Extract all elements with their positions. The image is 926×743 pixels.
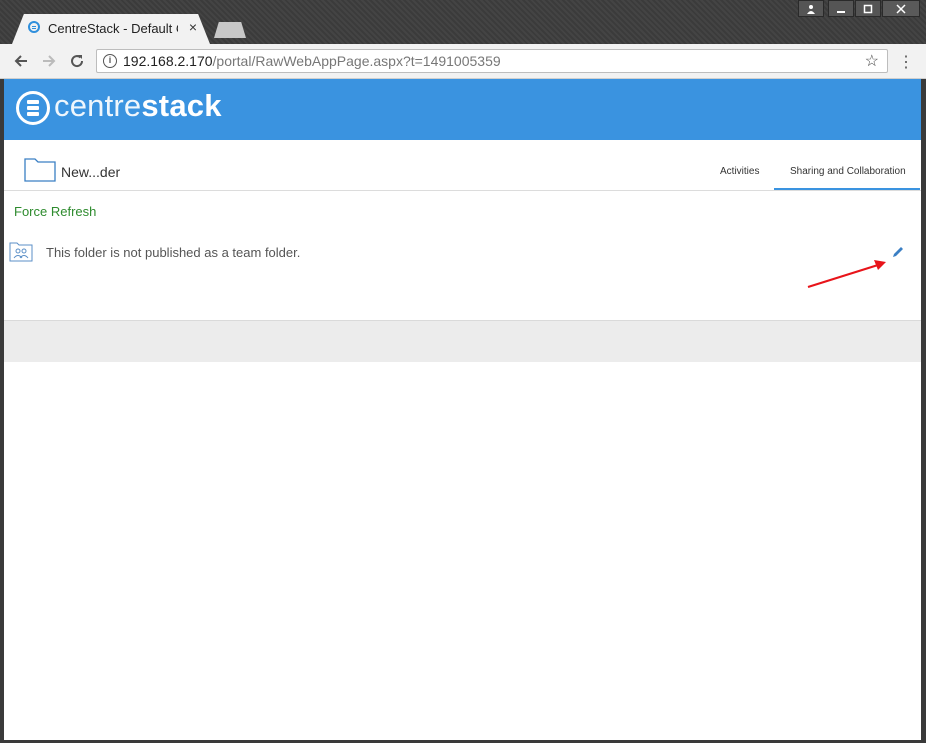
user-icon	[807, 5, 815, 14]
team-folder-icon	[9, 242, 33, 262]
folder-header: New...der Activities Sharing and Collabo…	[4, 140, 921, 191]
browser-toolbar: i 192.168.2.170/portal/RawWebAppPage.asp…	[0, 44, 926, 79]
new-tab-button[interactable]	[214, 22, 246, 38]
close-window-button[interactable]	[882, 0, 920, 17]
brand-header: centrestack	[4, 79, 921, 140]
folder-name: New...der	[61, 164, 121, 180]
red-annotation-arrow	[807, 260, 886, 289]
bookmark-star-icon[interactable]: ☆	[865, 51, 879, 71]
window-titlebar: CentreStack - Default Client ×	[0, 0, 926, 44]
reload-button[interactable]	[66, 52, 88, 72]
maximize-button[interactable]	[855, 0, 881, 17]
minimize-icon	[837, 11, 845, 13]
tab-favicon-icon	[28, 21, 40, 33]
close-icon	[896, 4, 906, 14]
tab-title: CentreStack - Default Client	[48, 21, 178, 36]
tab-sharing-collaboration[interactable]: Sharing and Collaboration	[790, 166, 906, 177]
forward-button[interactable]	[38, 52, 60, 72]
logo-text-light: centre	[54, 88, 142, 123]
url-text: 192.168.2.170/portal/RawWebAppPage.aspx?…	[123, 53, 501, 69]
page-viewport: centrestack New...der Activities Sharing…	[4, 79, 921, 740]
logo-text-bold: stack	[141, 88, 222, 123]
force-refresh-link[interactable]: Force Refresh	[14, 204, 96, 219]
brand-logo-text: centrestack	[54, 88, 222, 124]
tab-activities[interactable]: Activities	[720, 166, 759, 177]
content-footer-band	[4, 320, 921, 362]
minimize-button[interactable]	[828, 0, 854, 17]
team-folder-status: This folder is not published as a team f…	[46, 245, 301, 260]
info-icon[interactable]: i	[103, 54, 117, 68]
active-tab-indicator	[774, 188, 920, 190]
back-button[interactable]	[10, 52, 32, 72]
browser-menu-icon[interactable]: ⋮	[898, 52, 914, 71]
url-host: 192.168.2.170	[123, 53, 213, 69]
folder-icon	[24, 158, 56, 182]
forward-arrow-icon	[43, 55, 56, 67]
maximize-icon	[863, 4, 873, 14]
back-arrow-icon	[14, 55, 27, 67]
user-profile-button[interactable]	[798, 0, 824, 17]
tab-close-icon[interactable]: ×	[186, 19, 200, 35]
address-bar[interactable]: i 192.168.2.170/portal/RawWebAppPage.asp…	[96, 49, 888, 73]
reload-icon	[71, 55, 84, 68]
centrestack-logo-icon	[16, 91, 50, 125]
url-path: /portal/RawWebAppPage.aspx?t=1491005359	[212, 53, 501, 69]
